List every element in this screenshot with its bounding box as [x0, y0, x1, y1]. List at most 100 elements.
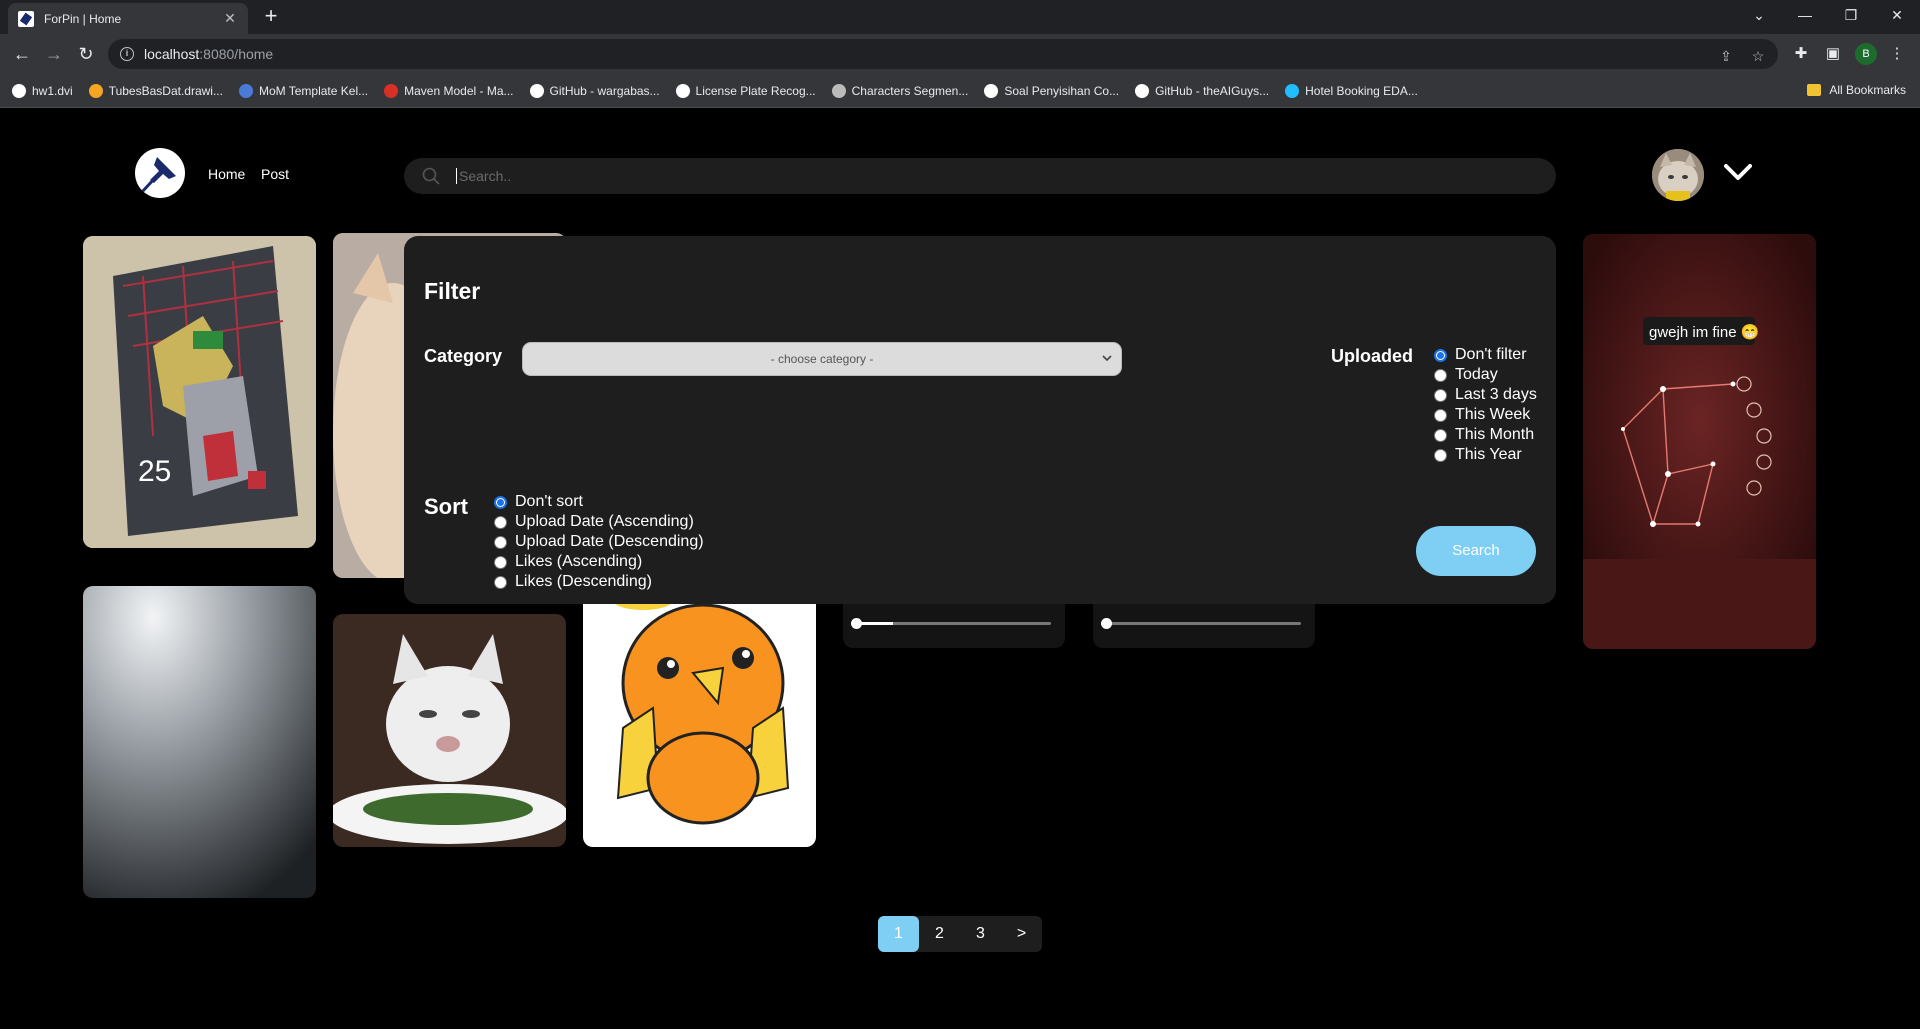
- bookmark-favicon-icon: [831, 83, 846, 98]
- bookmark-favicon-icon: [12, 83, 26, 98]
- sort-option-label: Upload Date (Ascending): [515, 513, 694, 530]
- bookmark-item[interactable]: License Plate Recog...: [675, 83, 816, 98]
- page-button[interactable]: 2: [919, 916, 960, 952]
- uploaded-option[interactable]: This Month: [1434, 425, 1537, 445]
- search-icon: [422, 167, 440, 185]
- post-card-gundam[interactable]: 25: [83, 236, 316, 548]
- sort-radio[interactable]: [494, 515, 507, 529]
- sort-radio[interactable]: [494, 575, 507, 589]
- sort-option-label: Likes (Ascending): [515, 553, 643, 570]
- extensions-icon[interactable]: ✚: [1792, 45, 1810, 63]
- sort-option[interactable]: Upload Date (Ascending): [494, 512, 704, 532]
- tab-search-icon[interactable]: ⌄: [1736, 0, 1782, 30]
- all-bookmarks-label: All Bookmarks: [1829, 83, 1906, 97]
- bookmark-favicon-icon: [529, 83, 544, 98]
- filter-search-button[interactable]: Search: [1416, 526, 1536, 576]
- nav-home-link[interactable]: Home: [208, 166, 245, 182]
- bookmark-favicon-icon: [238, 83, 253, 98]
- reload-icon[interactable]: ↻: [74, 42, 98, 66]
- bookmark-label: Characters Segmen...: [851, 83, 969, 98]
- search-input[interactable]: [456, 168, 1456, 184]
- sort-option-label: Upload Date (Descending): [515, 533, 704, 550]
- bookmark-label: MoM Template Kel...: [258, 83, 369, 98]
- torchic-image: [583, 588, 816, 847]
- uploaded-option[interactable]: Last 3 days: [1434, 385, 1537, 405]
- sort-radio[interactable]: [494, 555, 507, 569]
- game-caption: gwejh im fine 😁: [1649, 324, 1760, 341]
- post-card-cat-meme[interactable]: [333, 614, 566, 847]
- minimize-button[interactable]: —: [1782, 0, 1828, 30]
- uploaded-radio-group: Don't filter Today Last 3 days This Week Thi…: [1434, 345, 1537, 465]
- post-card-blurry[interactable]: [83, 586, 316, 898]
- menu-icon[interactable]: ⋮: [1888, 45, 1906, 63]
- uploaded-option[interactable]: Today: [1434, 365, 1537, 385]
- uploaded-option-label: Last 3 days: [1455, 386, 1537, 403]
- uploaded-radio[interactable]: [1434, 368, 1447, 382]
- uploaded-option[interactable]: This Year: [1434, 445, 1537, 465]
- svg-text:25: 25: [138, 455, 171, 488]
- browser-tab[interactable]: ForPin | Home ✕: [8, 3, 248, 34]
- sort-radio[interactable]: [494, 535, 507, 549]
- bookmark-item[interactable]: Maven Model - Ma...: [384, 83, 514, 98]
- back-icon[interactable]: ←: [10, 42, 34, 66]
- forpin-logo[interactable]: [135, 148, 185, 198]
- bookmark-item[interactable]: hw1.dvi: [12, 83, 73, 98]
- category-select[interactable]: - choose category -: [522, 342, 1122, 376]
- sort-radio[interactable]: [494, 495, 507, 509]
- pin-logo-icon: [140, 157, 176, 194]
- bookmark-favicon-icon: [384, 83, 399, 98]
- filter-title: Filter: [424, 278, 481, 304]
- bookmark-label: GitHub - theAIGuys...: [1155, 83, 1270, 98]
- white-cat-image: [333, 614, 566, 847]
- close-window-button[interactable]: ✕: [1874, 0, 1920, 30]
- bookmark-item[interactable]: GitHub - wargabas...: [529, 83, 660, 98]
- uploaded-radio[interactable]: [1434, 408, 1447, 422]
- sort-option[interactable]: Upload Date (Descending): [494, 532, 704, 552]
- uploaded-option-label: This Month: [1455, 426, 1535, 443]
- uploaded-radio[interactable]: [1434, 388, 1447, 402]
- post-card-torchic[interactable]: [583, 588, 816, 847]
- bookmark-label: License Plate Recog...: [695, 83, 816, 98]
- bookmark-star-icon[interactable]: ☆: [1750, 48, 1766, 64]
- side-panel-icon[interactable]: ▣: [1824, 45, 1842, 63]
- filter-panel: Filter Category - choose category - Uplo…: [404, 236, 1556, 604]
- site-info-icon[interactable]: i: [120, 47, 134, 61]
- profile-avatar[interactable]: B: [1855, 43, 1877, 65]
- uploaded-radio[interactable]: [1434, 348, 1447, 362]
- new-tab-button[interactable]: +: [258, 4, 284, 30]
- bookmark-item[interactable]: MoM Template Kel...: [238, 83, 369, 98]
- bookmark-label: Soal Penyisihan Co...: [1004, 83, 1120, 98]
- bookmark-item[interactable]: Soal Penyisihan Co...: [984, 83, 1120, 98]
- sort-option[interactable]: Likes (Descending): [494, 572, 704, 592]
- restore-button[interactable]: ❐: [1828, 0, 1874, 30]
- forward-icon[interactable]: →: [42, 42, 66, 66]
- page: Home Post Search.. 25 gwejh im fine 😁 Fi…: [0, 108, 1920, 1029]
- sort-radio-group: Don't sort Upload Date (Ascending) Upload …: [494, 492, 704, 592]
- bookmark-item[interactable]: GitHub - theAIGuys...: [1135, 83, 1270, 98]
- tab-close-icon[interactable]: ✕: [222, 10, 238, 27]
- bookmark-item[interactable]: TubesBasDat.drawi...: [88, 83, 223, 98]
- uploaded-radio[interactable]: [1434, 448, 1447, 462]
- sort-option[interactable]: Likes (Ascending): [494, 552, 704, 572]
- uploaded-option[interactable]: This Week: [1434, 405, 1537, 425]
- bookmark-favicon-icon: [1285, 83, 1300, 98]
- uploaded-radio[interactable]: [1434, 428, 1447, 442]
- bookmark-favicon-icon: [984, 83, 999, 98]
- share-icon[interactable]: ⇪: [1718, 48, 1734, 64]
- all-bookmarks-button[interactable]: All Bookmarks: [1807, 83, 1906, 97]
- post-card-game-screenshot[interactable]: gwejh im fine 😁: [1583, 234, 1816, 649]
- bookmark-item[interactable]: Characters Segmen...: [831, 83, 969, 98]
- url-host: localhost: [144, 46, 200, 62]
- bookmark-item[interactable]: Hotel Booking EDA...: [1285, 83, 1418, 98]
- chevron-down-icon[interactable]: [1722, 160, 1754, 184]
- user-avatar[interactable]: [1652, 149, 1704, 201]
- page-button[interactable]: 3: [960, 916, 1001, 952]
- page-button[interactable]: 1: [878, 916, 919, 952]
- next-page-button[interactable]: >: [1001, 916, 1042, 952]
- video-progress-bar[interactable]: [851, 618, 1051, 629]
- nav-post-link[interactable]: Post: [261, 166, 289, 182]
- sort-option[interactable]: Don't sort: [494, 492, 704, 512]
- uploaded-option[interactable]: Don't filter: [1434, 345, 1537, 365]
- video-progress-bar[interactable]: [1101, 618, 1301, 629]
- address-bar[interactable]: i localhost:8080/home ⇪ ☆: [108, 39, 1778, 69]
